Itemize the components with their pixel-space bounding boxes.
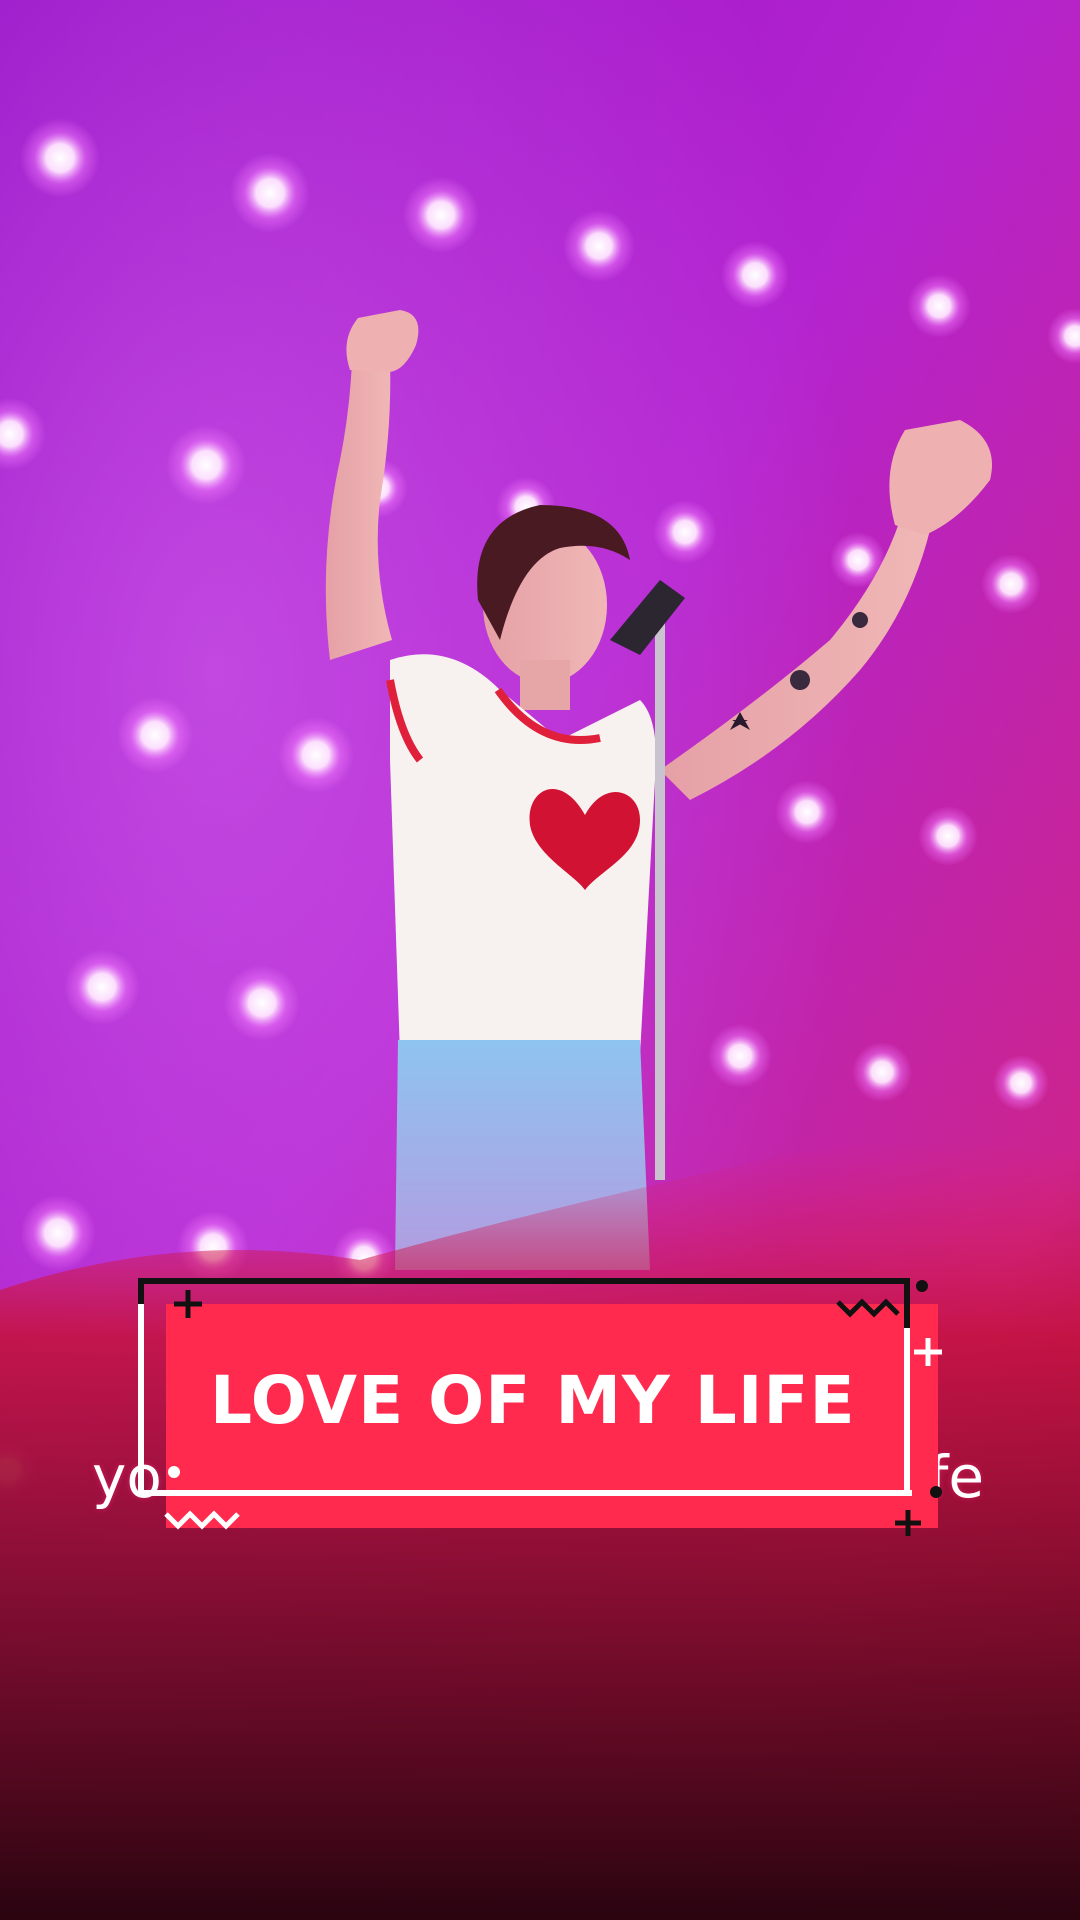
title-card: LOVE OF MY LIFE	[138, 1278, 942, 1536]
dot-icon	[916, 1280, 928, 1292]
dot-icon	[168, 1466, 180, 1478]
zigzag-icon	[836, 1298, 900, 1318]
mic-stand	[655, 620, 665, 1180]
crowd-silhouettes	[0, 1142, 1080, 1920]
zigzag-icon	[164, 1510, 240, 1530]
song-title: LOVE OF MY LIFE	[210, 1362, 856, 1439]
plus-icon	[174, 1290, 202, 1318]
concert-photo	[0, 0, 1080, 1920]
plus-icon	[914, 1338, 942, 1366]
dot-icon	[930, 1486, 942, 1498]
